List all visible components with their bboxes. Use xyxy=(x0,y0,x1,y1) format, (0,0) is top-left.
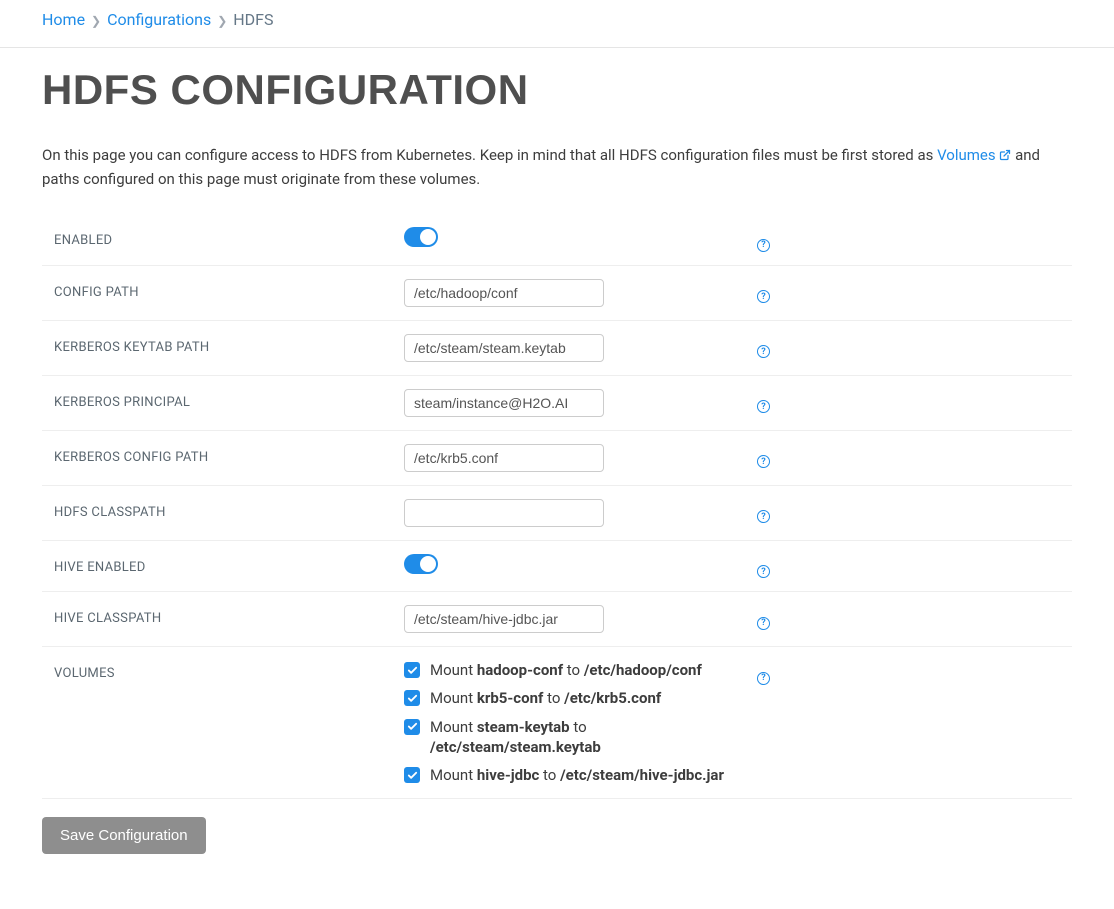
checkbox-volume[interactable] xyxy=(404,662,420,678)
chevron-right-icon: ❯ xyxy=(91,14,101,28)
toggle-hive-enabled[interactable] xyxy=(404,554,438,574)
volume-item: Mount hive-jdbc to /etc/steam/hive-jdbc.… xyxy=(404,765,757,785)
checkbox-volume[interactable] xyxy=(404,767,420,783)
help-icon[interactable]: ? xyxy=(757,290,770,303)
volume-text: Mount krb5-conf to /etc/krb5.conf xyxy=(430,688,661,708)
breadcrumb-current: HDFS xyxy=(233,10,273,29)
save-configuration-button[interactable]: Save Configuration xyxy=(42,817,206,854)
row-kerberos-keytab-path: KERBEROS KEYTAB PATH ? xyxy=(42,321,1072,376)
label-config-path: CONFIG PATH xyxy=(54,279,404,300)
toggle-enabled[interactable] xyxy=(404,227,438,247)
volume-text: Mount hive-jdbc to /etc/steam/hive-jdbc.… xyxy=(430,765,724,785)
volume-item: Mount hadoop-conf to /etc/hadoop/conf xyxy=(404,660,757,680)
help-icon[interactable]: ? xyxy=(757,672,770,685)
volumes-list: Mount hadoop-conf to /etc/hadoop/conf Mo… xyxy=(404,660,757,785)
chevron-right-icon: ❯ xyxy=(217,14,227,28)
label-hive-enabled: HIVE ENABLED xyxy=(54,554,404,575)
help-icon[interactable]: ? xyxy=(757,617,770,630)
label-volumes: VOLUMES xyxy=(54,660,404,681)
row-kerberos-config-path: KERBEROS CONFIG PATH ? xyxy=(42,431,1072,486)
external-link-icon xyxy=(999,145,1011,168)
label-kerberos-keytab-path: KERBEROS KEYTAB PATH xyxy=(54,334,404,355)
help-icon[interactable]: ? xyxy=(757,565,770,578)
volumes-link[interactable]: Volumes xyxy=(937,146,1011,164)
row-hive-enabled: HIVE ENABLED ? xyxy=(42,541,1072,593)
volume-text: Mount steam-keytab to /etc/steam/steam.k… xyxy=(430,717,730,758)
row-enabled: ENABLED ? xyxy=(42,214,1072,266)
breadcrumb-home[interactable]: Home xyxy=(42,10,85,29)
input-kerberos-keytab-path[interactable] xyxy=(404,334,604,362)
volume-text: Mount hadoop-conf to /etc/hadoop/conf xyxy=(430,660,702,680)
row-volumes: VOLUMES Mount hadoop-conf to /etc/hadoop… xyxy=(42,647,1072,799)
row-config-path: CONFIG PATH ? xyxy=(42,266,1072,321)
intro-text: On this page you can configure access to… xyxy=(42,144,1072,190)
volume-item: Mount steam-keytab to /etc/steam/steam.k… xyxy=(404,717,757,758)
label-hive-classpath: HIVE CLASSPATH xyxy=(54,605,404,626)
label-kerberos-config-path: KERBEROS CONFIG PATH xyxy=(54,444,404,465)
checkbox-volume[interactable] xyxy=(404,719,420,735)
label-hdfs-classpath: HDFS CLASSPATH xyxy=(54,499,404,520)
label-enabled: ENABLED xyxy=(54,227,404,248)
help-icon[interactable]: ? xyxy=(757,345,770,358)
input-kerberos-principal[interactable] xyxy=(404,389,604,417)
breadcrumb-configurations[interactable]: Configurations xyxy=(107,10,211,29)
help-icon[interactable]: ? xyxy=(757,455,770,468)
volume-item: Mount krb5-conf to /etc/krb5.conf xyxy=(404,688,757,708)
input-kerberos-config-path[interactable] xyxy=(404,444,604,472)
row-kerberos-principal: KERBEROS PRINCIPAL ? xyxy=(42,376,1072,431)
row-hdfs-classpath: HDFS CLASSPATH ? xyxy=(42,486,1072,541)
page-title: HDFS CONFIGURATION xyxy=(42,66,1072,114)
input-hive-classpath[interactable] xyxy=(404,605,604,633)
breadcrumb: Home ❯ Configurations ❯ HDFS xyxy=(0,0,1114,47)
help-icon[interactable]: ? xyxy=(757,239,770,252)
input-hdfs-classpath[interactable] xyxy=(404,499,604,527)
row-hive-classpath: HIVE CLASSPATH ? xyxy=(42,592,1072,647)
help-icon[interactable]: ? xyxy=(757,510,770,523)
checkbox-volume[interactable] xyxy=(404,690,420,706)
label-kerberos-principal: KERBEROS PRINCIPAL xyxy=(54,389,404,410)
input-config-path[interactable] xyxy=(404,279,604,307)
help-icon[interactable]: ? xyxy=(757,400,770,413)
